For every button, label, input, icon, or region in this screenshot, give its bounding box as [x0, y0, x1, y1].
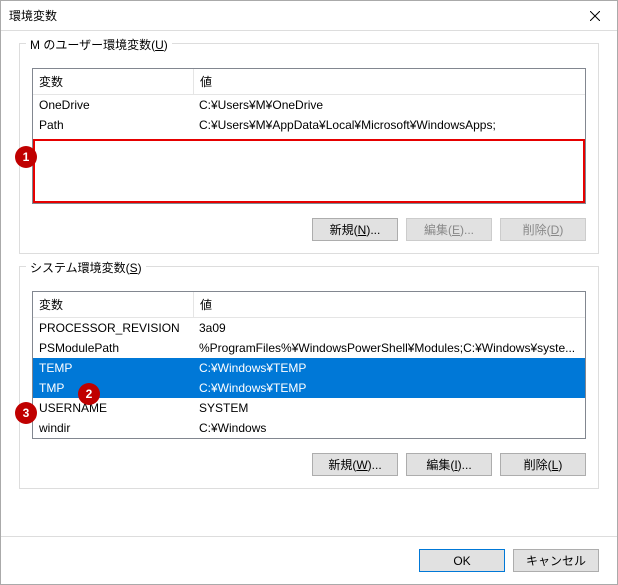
user-variables-table[interactable]: 変数 値 OneDrive C:¥Users¥M¥OneDrive Path C…	[32, 68, 586, 204]
table-row[interactable]: USERNAMESYSTEM	[33, 398, 585, 418]
table-row[interactable]: TEMPC:¥Windows¥TEMP	[33, 358, 585, 378]
var-value: SYSTEM	[193, 400, 585, 416]
var-value: C:¥Users¥M¥OneDrive	[193, 97, 585, 113]
annotation-highlight	[33, 139, 585, 203]
var-value: C:¥Users¥M¥AppData¥Local¥Microsoft¥Windo…	[193, 117, 585, 133]
user-new-button[interactable]: 新規(N)...	[312, 218, 398, 241]
dialog-title: 環境変数	[9, 7, 572, 24]
system-button-row: 新規(W)... 編集(I)... 削除(L)	[32, 453, 586, 476]
cancel-button[interactable]: キャンセル	[513, 549, 599, 572]
var-name: Path	[33, 117, 193, 133]
close-button[interactable]	[572, 1, 617, 30]
system-table-header: 変数 値	[33, 292, 585, 318]
var-name: USERNAME	[33, 400, 193, 416]
environment-variables-dialog: 環境変数 M のユーザー環境変数(U) 変数 値 OneDrive C:¥Use…	[0, 0, 618, 585]
user-variables-group: M のユーザー環境変数(U) 変数 値 OneDrive C:¥Users¥M¥…	[19, 43, 599, 254]
system-variables-group: システム環境変数(S) 変数 値 PROCESSOR_REVISION3a09P…	[19, 266, 599, 489]
table-row[interactable]: PSModulePath%ProgramFiles%¥WindowsPowerS…	[33, 338, 585, 358]
var-name: TEMP	[33, 360, 193, 376]
var-value: C:¥Windows¥TEMP	[193, 360, 585, 376]
var-name: PSModulePath	[33, 340, 193, 356]
dialog-footer: OK キャンセル	[1, 536, 617, 584]
user-table-header: 変数 値	[33, 69, 585, 95]
var-name: TMP	[33, 380, 193, 396]
system-delete-button[interactable]: 削除(L)	[500, 453, 586, 476]
table-row[interactable]: OneDrive C:¥Users¥M¥OneDrive	[33, 95, 585, 115]
table-row[interactable]: Path C:¥Users¥M¥AppData¥Local¥Microsoft¥…	[33, 115, 585, 135]
user-edit-button: 編集(E)...	[406, 218, 492, 241]
ok-button[interactable]: OK	[419, 549, 505, 572]
var-value: C:¥Windows	[193, 420, 585, 436]
system-header-name[interactable]: 変数	[33, 292, 193, 317]
var-value: C:¥Windows¥TEMP	[193, 380, 585, 396]
system-header-value[interactable]: 値	[193, 292, 585, 317]
system-new-button[interactable]: 新規(W)...	[312, 453, 398, 476]
user-delete-button: 削除(D)	[500, 218, 586, 241]
table-row[interactable]: windirC:¥Windows	[33, 418, 585, 438]
var-name: OneDrive	[33, 97, 193, 113]
system-group-label: システム環境変数(S)	[26, 259, 146, 276]
table-row[interactable]: PROCESSOR_REVISION3a09	[33, 318, 585, 338]
close-icon	[590, 11, 600, 21]
table-row[interactable]: TMPC:¥Windows¥TEMP	[33, 378, 585, 398]
user-group-label: M のユーザー環境変数(U)	[26, 36, 172, 53]
var-value: %ProgramFiles%¥WindowsPowerShell¥Modules…	[193, 340, 585, 356]
annotation-callout-2: 2	[78, 383, 100, 405]
user-header-value[interactable]: 値	[193, 69, 585, 94]
dialog-content: M のユーザー環境変数(U) 変数 値 OneDrive C:¥Users¥M¥…	[1, 31, 617, 515]
titlebar: 環境変数	[1, 1, 617, 31]
var-name: PROCESSOR_REVISION	[33, 320, 193, 336]
system-variables-table[interactable]: 変数 値 PROCESSOR_REVISION3a09PSModulePath%…	[32, 291, 586, 439]
var-name: windir	[33, 420, 193, 436]
user-header-name[interactable]: 変数	[33, 69, 193, 94]
annotation-callout-3: 3	[15, 402, 37, 424]
var-value: 3a09	[193, 320, 585, 336]
system-edit-button[interactable]: 編集(I)...	[406, 453, 492, 476]
user-button-row: 新規(N)... 編集(E)... 削除(D)	[32, 218, 586, 241]
annotation-callout-1: 1	[15, 146, 37, 168]
